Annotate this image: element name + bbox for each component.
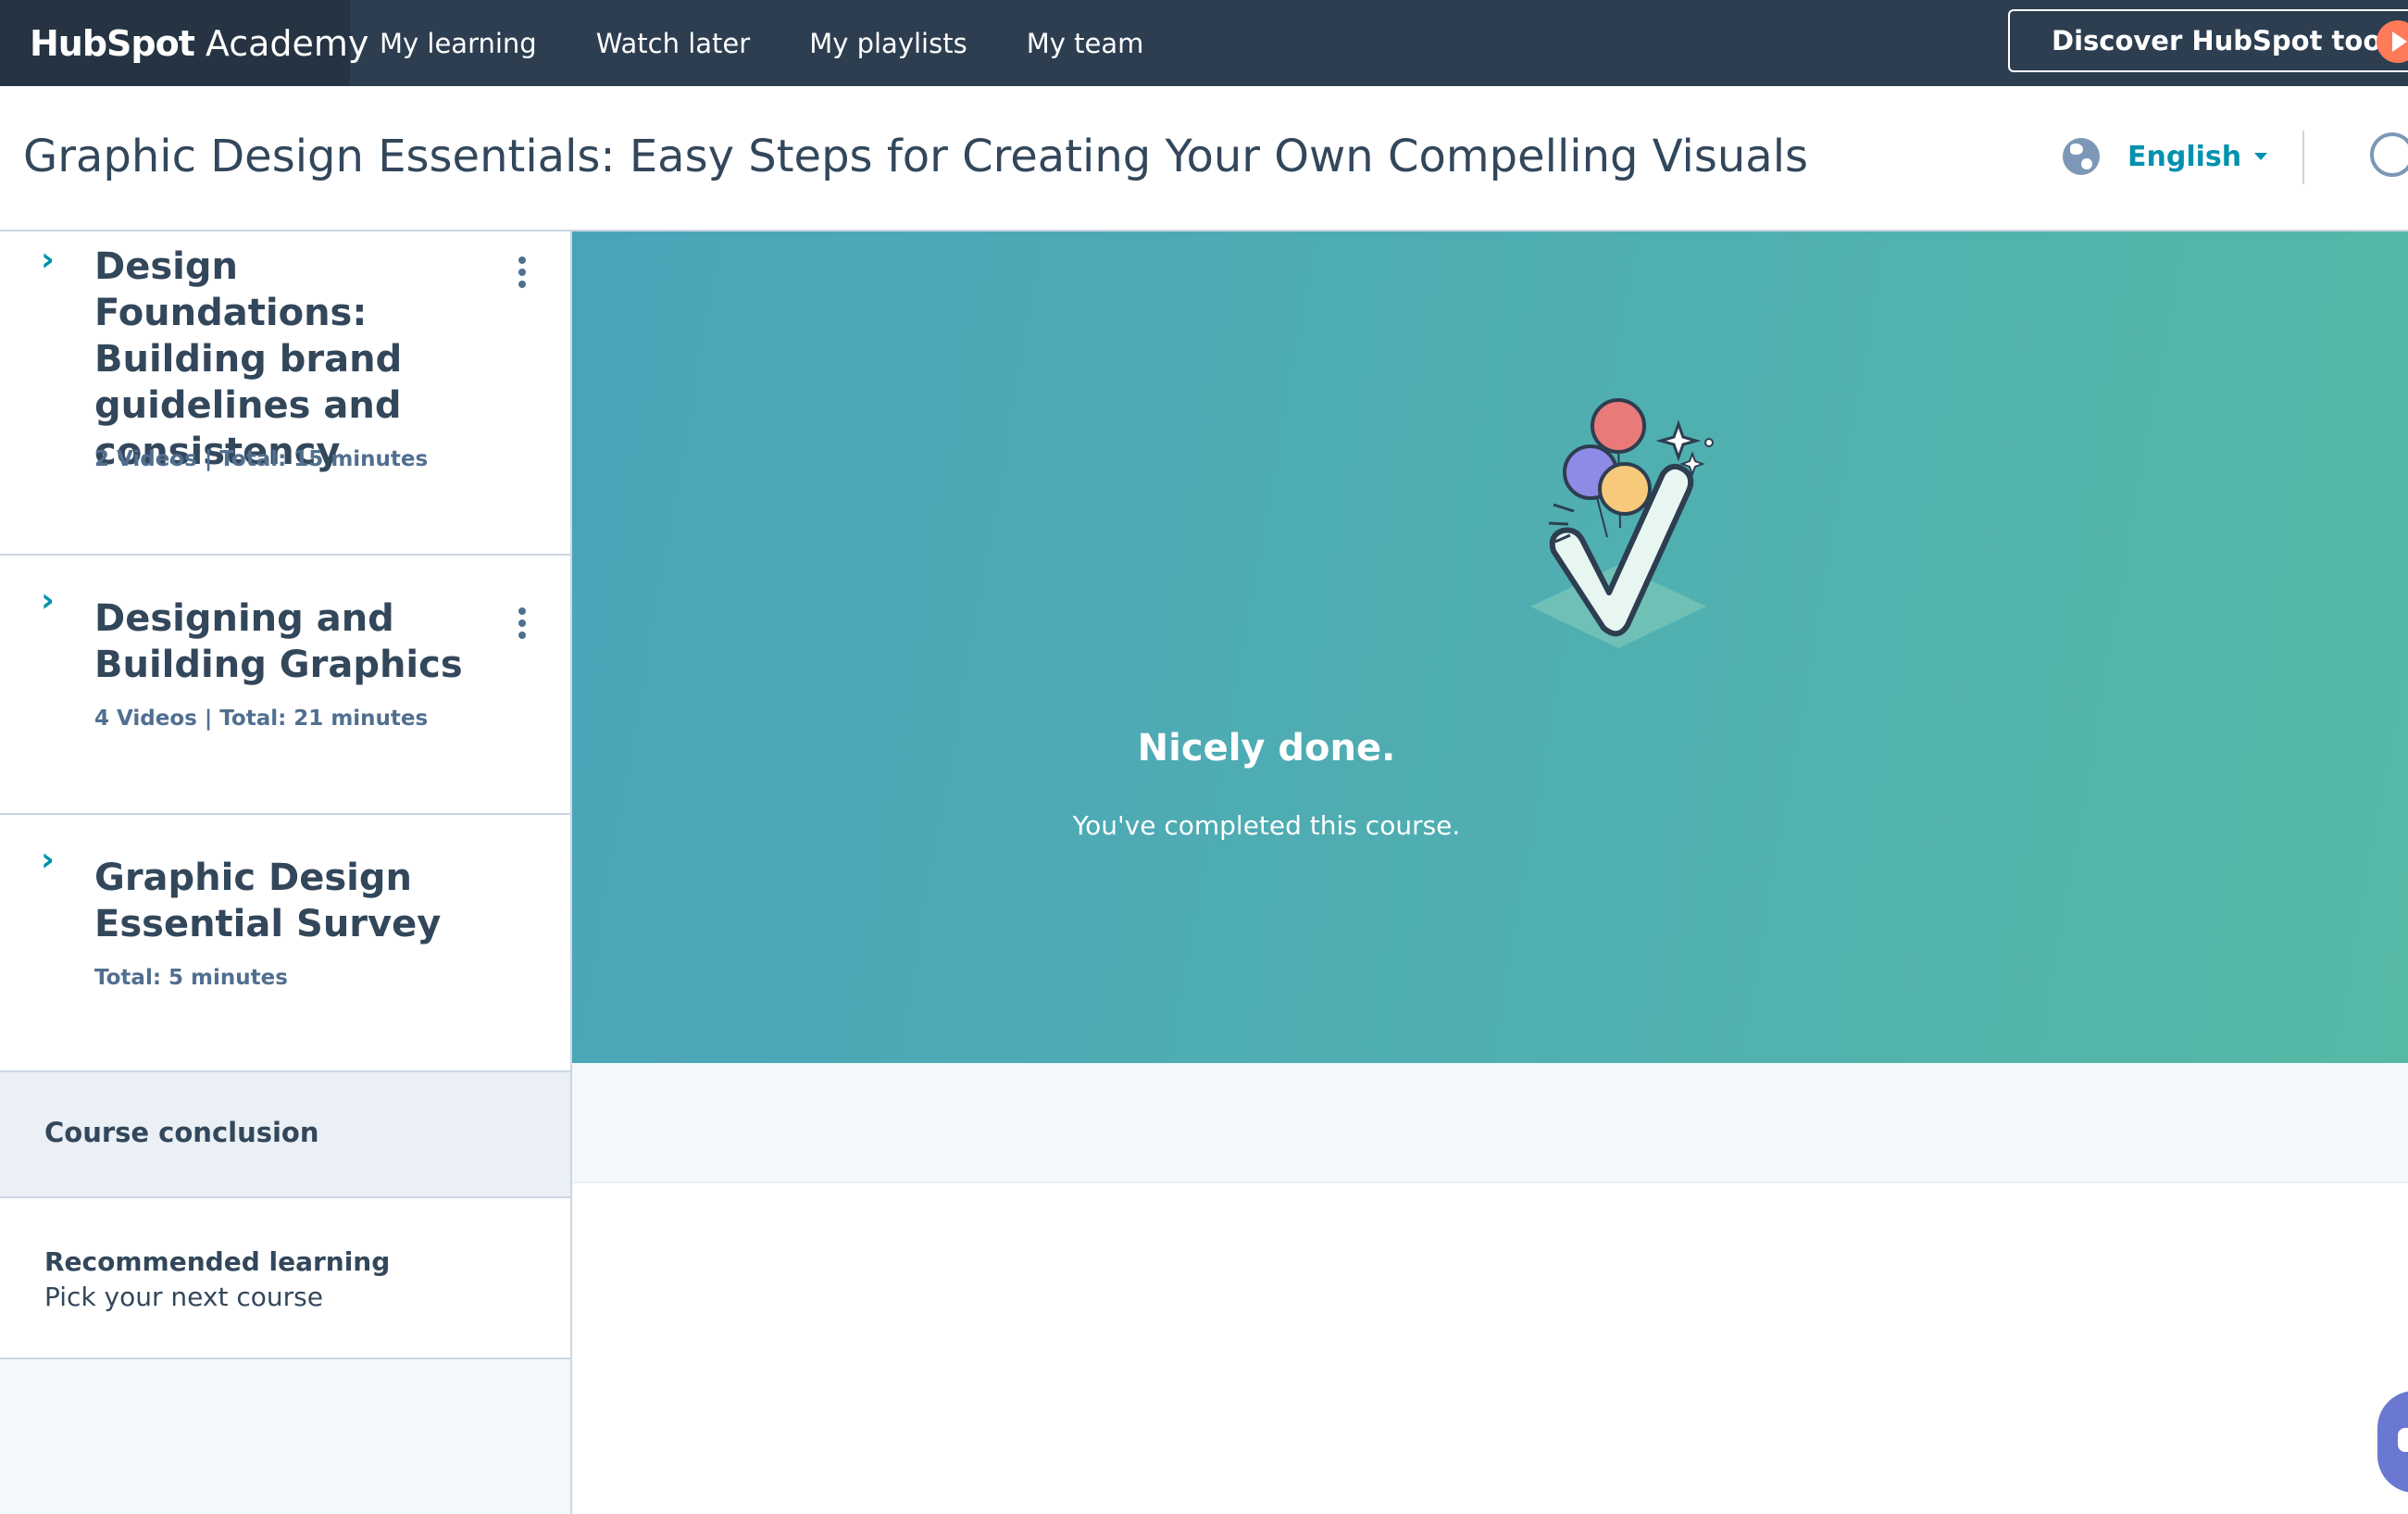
nav-watch-later[interactable]: Watch later bbox=[596, 28, 750, 59]
more-options-icon[interactable] bbox=[518, 257, 526, 293]
nav-my-playlists[interactable]: My playlists bbox=[809, 28, 967, 59]
celebration-illustration bbox=[1498, 398, 1739, 657]
logo-product: Academy bbox=[205, 22, 369, 64]
course-section[interactable]: › Design Foundations: Building brand gui… bbox=[0, 231, 570, 556]
section-meta: 4 Videos | Total: 21 minutes bbox=[94, 707, 429, 731]
section-title: Design Foundations: Building brand guide… bbox=[94, 245, 403, 473]
content-toolbar bbox=[572, 1063, 2408, 1183]
completion-title: Nicely done. bbox=[1137, 727, 1396, 770]
course-section[interactable]: › Graphic Design Essential Survey Total:… bbox=[0, 815, 570, 1072]
section-title: Graphic Design Essential Survey bbox=[94, 857, 442, 945]
info-icon[interactable] bbox=[2370, 132, 2408, 177]
completion-banner: Nicely done. You've completed this cours… bbox=[572, 231, 2408, 1063]
page-title: Graphic Design Essentials: Easy Steps fo… bbox=[23, 131, 1809, 182]
chat-icon[interactable] bbox=[2377, 1391, 2408, 1493]
nav-links: My learning Watch later My playlists My … bbox=[380, 0, 1203, 86]
recommended-subtitle: Pick your next course bbox=[44, 1282, 323, 1312]
nav-my-learning[interactable]: My learning bbox=[380, 28, 537, 59]
language-selector[interactable]: English bbox=[2063, 138, 2268, 175]
discover-tools-button[interactable]: Discover HubSpot tools bbox=[2008, 9, 2408, 72]
course-section[interactable]: › Designing and Building Graphics 4 Vide… bbox=[0, 556, 570, 815]
recommended-learning-item[interactable]: Recommended learning Pick your next cour… bbox=[0, 1198, 570, 1359]
nav-my-team[interactable]: My team bbox=[1027, 28, 1144, 59]
hubspot-academy-logo[interactable]: HubSpot Academy bbox=[0, 0, 368, 86]
recommended-title: Recommended learning bbox=[44, 1246, 391, 1277]
caret-down-icon bbox=[2254, 153, 2268, 160]
top-navigation: HubSpot Academy My learning Watch later … bbox=[0, 0, 2408, 86]
chevron-right-icon[interactable]: › bbox=[41, 582, 55, 619]
chevron-right-icon[interactable]: › bbox=[41, 241, 55, 279]
completion-subtitle: You've completed this course. bbox=[1072, 810, 1461, 841]
logo-text: HubSpot bbox=[30, 22, 195, 64]
course-conclusion-item[interactable]: Course conclusion bbox=[0, 1072, 570, 1198]
section-meta: 2 Videos | Total: 15 minutes bbox=[94, 447, 429, 471]
course-conclusion-label: Course conclusion bbox=[44, 1117, 319, 1148]
course-sidebar: › Design Foundations: Building brand gui… bbox=[0, 231, 572, 1514]
course-header: Graphic Design Essentials: Easy Steps fo… bbox=[0, 86, 2408, 231]
section-title: Designing and Building Graphics bbox=[94, 597, 463, 686]
globe-icon bbox=[2063, 138, 2100, 175]
more-options-icon[interactable] bbox=[518, 607, 526, 644]
chevron-right-icon[interactable]: › bbox=[41, 841, 55, 879]
play-icon bbox=[2377, 20, 2408, 63]
discover-tools-label: Discover HubSpot tools bbox=[2052, 25, 2407, 56]
header-divider bbox=[2302, 131, 2304, 184]
section-meta: Total: 5 minutes bbox=[94, 966, 288, 990]
language-label: English bbox=[2127, 140, 2242, 173]
